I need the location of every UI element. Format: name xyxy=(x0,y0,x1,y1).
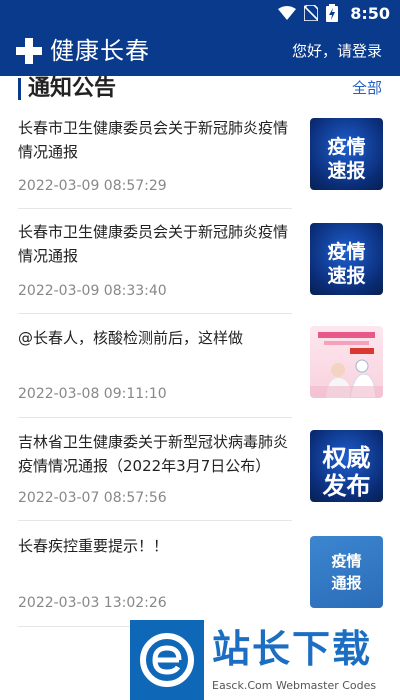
news-item[interactable]: 长春疾控重要提示！！ 2022-03-03 13:02:26 疫情 通报 xyxy=(0,534,400,634)
divider xyxy=(18,520,292,521)
news-title: @长春人，核酸检测前后，这样做 xyxy=(18,329,244,347)
news-item[interactable]: 长春市卫生健康委员会关于新冠肺炎疫情情况通报 2022-03-09 08:57:… xyxy=(0,116,400,216)
section-title: 通知公告 xyxy=(28,76,117,101)
news-title: 长春市卫生健康委员会关于新冠肺炎疫情情况通报 xyxy=(18,223,289,265)
battery-charging-icon xyxy=(326,4,339,22)
news-thumbnail: 权威 发布 xyxy=(310,430,383,502)
thumbnail-caption: 通报 xyxy=(331,574,362,592)
status-time: 8:50 xyxy=(350,3,390,23)
news-item[interactable]: 长春市卫生健康委员会关于新冠肺炎疫情情况通报 2022-03-09 08:33:… xyxy=(0,220,400,320)
news-thumbnail: 疫情 通报 xyxy=(310,536,383,608)
news-date: 2022-03-07 08:57:56 xyxy=(18,490,167,506)
news-date: 2022-03-08 09:11:10 xyxy=(18,386,167,402)
news-item[interactable]: @长春人，核酸检测前后，这样做 2022-03-08 09:11:10 xyxy=(0,326,400,426)
news-date: 2022-03-09 08:57:29 xyxy=(18,178,167,194)
nucleic-acid-test-illustration xyxy=(310,332,383,398)
status-icons: 8:50 xyxy=(278,3,390,23)
thumbnail-caption: 疫情 xyxy=(331,552,362,570)
watermark: 站长下载 Easck.Com Webmaster Codes xyxy=(130,620,400,700)
watermark-title: 站长下载 xyxy=(212,627,373,671)
watermark-subtitle: Easck.Com Webmaster Codes xyxy=(212,679,377,692)
wifi-icon xyxy=(278,6,297,20)
news-thumbnail: 疫情 速报 xyxy=(310,223,383,295)
thumbnail-caption: 疫情 xyxy=(327,241,366,263)
news-date: 2022-03-03 13:02:26 xyxy=(18,595,167,611)
e-logo-icon xyxy=(140,633,194,687)
watermark-logo xyxy=(130,620,204,700)
news-thumbnail xyxy=(310,326,383,398)
thumbnail-caption: 疫情 xyxy=(327,136,366,158)
app-title: 健康长春 xyxy=(50,37,150,65)
news-thumbnail: 疫情 速报 xyxy=(310,118,383,190)
thumbnail-caption: 速报 xyxy=(327,160,366,182)
news-title: 长春疾控重要提示！！ xyxy=(18,537,169,555)
thumbnail-caption: 发布 xyxy=(322,472,371,500)
news-title: 吉林省卫生健康委关于新型冠状病毒肺炎疫情情况通报（2022年3月7日公布） xyxy=(18,433,289,475)
no-sim-icon xyxy=(304,5,319,21)
section-header: 通知公告 全部 xyxy=(0,76,400,104)
login-link[interactable]: 您好，请登录 xyxy=(292,41,382,61)
divider xyxy=(18,313,292,314)
news-title: 长春市卫生健康委员会关于新冠肺炎疫情情况通报 xyxy=(18,119,289,161)
divider xyxy=(18,208,292,209)
view-all-link[interactable]: 全部 xyxy=(352,78,382,98)
section-accent-bar xyxy=(18,78,21,100)
thumbnail-caption: 速报 xyxy=(327,265,366,287)
medical-cross-icon xyxy=(16,38,42,64)
divider xyxy=(18,417,292,418)
status-bar: 8:50 xyxy=(0,0,400,26)
app-bar: 健康长春 您好，请登录 xyxy=(0,26,400,76)
news-item[interactable]: 吉林省卫生健康委关于新型冠状病毒肺炎疫情情况通报（2022年3月7日公布） 20… xyxy=(0,430,400,530)
news-date: 2022-03-09 08:33:40 xyxy=(18,283,167,299)
